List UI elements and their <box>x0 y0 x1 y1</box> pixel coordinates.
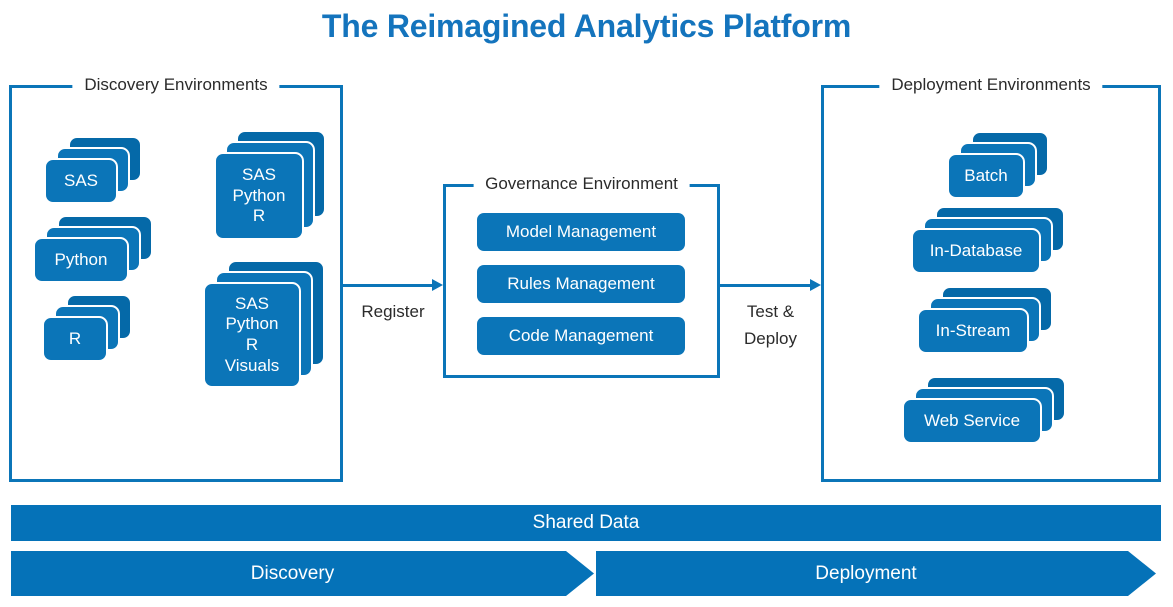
discovery-card-sas-python-r[interactable]: SAS Python R <box>214 130 334 240</box>
page-title: The Reimagined Analytics Platform <box>321 8 852 44</box>
card-label: In-Database <box>929 240 1023 260</box>
discovery-card-python[interactable]: Python <box>33 215 163 283</box>
card-layer-front[interactable]: R <box>42 316 108 362</box>
card-label: Batch <box>964 165 1008 185</box>
arrow-head-icon <box>810 279 821 291</box>
card-layer-front[interactable]: In-Stream <box>917 308 1029 354</box>
phase-chevron-discovery: Discovery <box>11 551 594 596</box>
arrow-register-label: Register <box>361 302 425 321</box>
card-label: SAS Python R <box>232 164 286 226</box>
shared-data-label: Shared Data <box>532 512 640 533</box>
phase-chevron-deployment: Deployment <box>596 551 1156 596</box>
deployment-card-web-service[interactable]: Web Service <box>902 376 1072 444</box>
card-layer-front[interactable]: Python <box>33 237 129 283</box>
card-label: R <box>68 328 82 348</box>
card-label: Web Service <box>923 410 1021 430</box>
deployment-card-in-database[interactable]: In-Database <box>911 206 1076 274</box>
card-label: SAS Python R Visuals <box>224 293 280 375</box>
card-layer-front[interactable]: In-Database <box>911 228 1041 274</box>
discovery-environments-label: Discovery Environments <box>72 74 280 96</box>
governance-item-model-management[interactable]: Model Management <box>477 213 685 251</box>
governance-item-code-management[interactable]: Code Management <box>477 317 685 355</box>
card-layer-front[interactable]: Web Service <box>902 398 1042 444</box>
pill-label: Rules Management <box>507 274 655 293</box>
card-layer-front[interactable]: SAS Python R Visuals <box>203 282 301 388</box>
card-label: In-Stream <box>935 320 1011 340</box>
discovery-card-sas[interactable]: SAS <box>44 136 144 204</box>
governance-environment-label: Governance Environment <box>473 173 690 195</box>
card-label: SAS <box>63 170 99 190</box>
arrow-line <box>343 284 433 287</box>
phase-deployment-label: Deployment <box>815 562 917 584</box>
shared-data-bar: Shared Data <box>11 505 1161 541</box>
card-label: Python <box>54 249 108 269</box>
card-layer-front[interactable]: Batch <box>947 153 1025 199</box>
deployment-card-in-stream[interactable]: In-Stream <box>917 286 1067 354</box>
governance-item-rules-management[interactable]: Rules Management <box>477 265 685 303</box>
discovery-card-sas-python-r-visuals[interactable]: SAS Python R Visuals <box>203 260 333 388</box>
pill-label: Code Management <box>508 326 654 345</box>
phase-discovery-label: Discovery <box>250 562 335 584</box>
pill-label: Model Management <box>505 222 657 241</box>
deployment-environments-label: Deployment Environments <box>879 74 1103 96</box>
card-layer-front[interactable]: SAS <box>44 158 118 204</box>
discovery-card-r[interactable]: R <box>42 294 152 362</box>
arrow-head-icon <box>432 279 443 291</box>
card-layer-front[interactable]: SAS Python R <box>214 152 304 240</box>
arrow-test-deploy-label: Test & Deploy <box>744 302 797 348</box>
deployment-card-batch[interactable]: Batch <box>947 131 1057 199</box>
arrow-line <box>720 284 811 287</box>
